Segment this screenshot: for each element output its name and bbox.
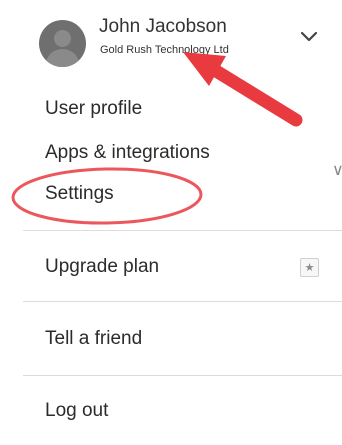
divider [23, 301, 342, 302]
partial-glyph: ∨ [332, 162, 342, 179]
menu-item-tell-a-friend[interactable]: Tell a friend [45, 328, 142, 350]
star-icon: ★ [300, 258, 319, 277]
menu-item-user-profile[interactable]: User profile [45, 98, 142, 120]
menu-item-settings[interactable]: Settings [45, 183, 114, 205]
chevron-down-icon[interactable] [298, 28, 320, 46]
organization-name: Gold Rush Technology Ltd [100, 44, 229, 56]
account-header[interactable]: John Jacobson Gold Rush Technology Ltd [0, 0, 342, 78]
menu-item-log-out[interactable]: Log out [45, 400, 108, 422]
avatar-head-shape [54, 30, 71, 47]
menu-item-apps-integrations[interactable]: Apps & integrations [45, 142, 210, 164]
avatar-body-shape [46, 49, 79, 67]
divider [23, 230, 342, 231]
avatar[interactable] [39, 20, 86, 67]
user-name: John Jacobson [99, 16, 227, 37]
menu-item-upgrade-plan[interactable]: Upgrade plan [45, 256, 159, 278]
divider [23, 375, 342, 376]
